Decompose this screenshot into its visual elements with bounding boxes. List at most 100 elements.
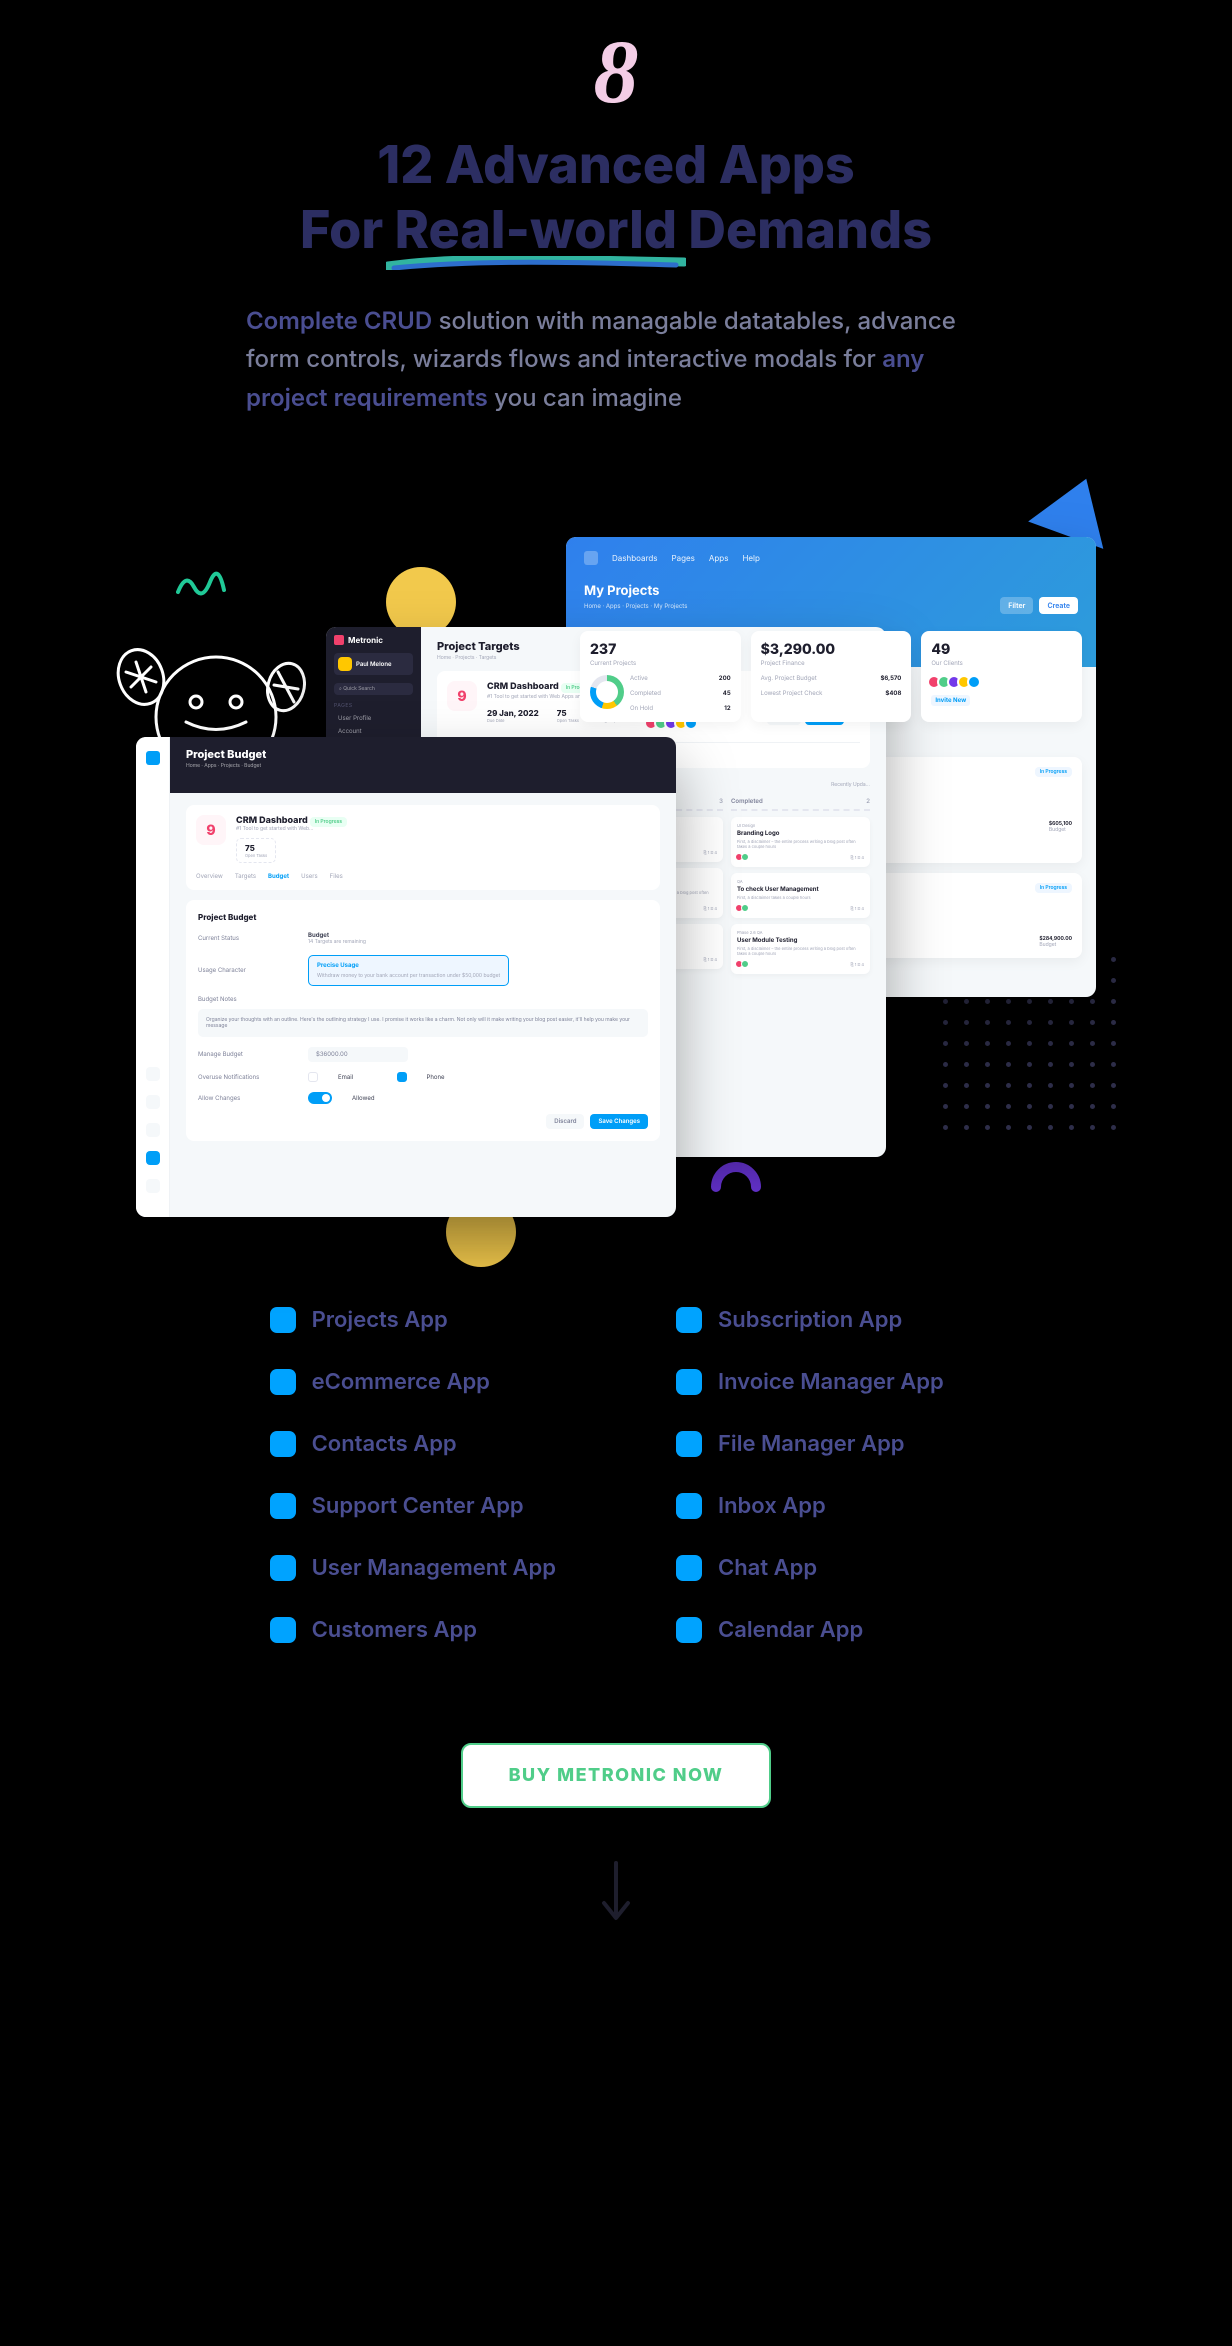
nav-item: Dashboards xyxy=(612,553,657,563)
status-badge: In Progress xyxy=(1035,883,1072,893)
feature-label: Subscription App xyxy=(718,1307,902,1333)
app-icon xyxy=(676,1369,702,1395)
features-list: Projects App Subscription App eCommerce … xyxy=(250,1307,983,1643)
feature-item[interactable]: Support Center App xyxy=(270,1493,556,1519)
page-title: 12 Advanced Apps For Real-world Demands xyxy=(300,132,932,262)
page-heading: Project Budget xyxy=(186,747,660,761)
app-icon xyxy=(676,1307,702,1333)
row-label: Overuse Notifications xyxy=(198,1074,288,1081)
app-icon xyxy=(676,1617,702,1643)
stat-value: 49 xyxy=(931,641,1072,658)
app-nav: Dashboards Pages Apps Help xyxy=(584,551,1078,565)
tab: Overview xyxy=(196,873,223,880)
stat-row-label: On Hold xyxy=(630,705,653,712)
feature-label: Inbox App xyxy=(718,1493,826,1519)
email-checkbox xyxy=(308,1072,318,1082)
status-badge: In Progress xyxy=(310,817,347,827)
chip-desc: Withdraw money to your bank account per … xyxy=(317,973,500,979)
kanban-card: UI Design Branding Logo First, a disclai… xyxy=(731,817,870,867)
stat-label: Our Clients xyxy=(931,660,1072,667)
card-desc: First, a disclaimer – the entire process… xyxy=(737,946,864,956)
app-logo-icon xyxy=(584,551,598,565)
feature-label: Calendar App xyxy=(718,1617,863,1643)
app-icon xyxy=(676,1555,702,1581)
feature-item[interactable]: Subscription App xyxy=(676,1307,962,1333)
stat-row-label: Completed xyxy=(630,690,661,697)
feature-label: Support Center App xyxy=(312,1493,524,1519)
app-icon xyxy=(270,1493,296,1519)
metric-value: 29 Jan, 2022 xyxy=(487,708,539,718)
chip-title: Precise Usage xyxy=(317,962,500,969)
feature-item[interactable]: Contacts App xyxy=(270,1431,556,1457)
card-tag: UI Design xyxy=(737,823,864,828)
feature-label: Customers App xyxy=(312,1617,477,1643)
stat-value: $3,290.00 xyxy=(761,641,902,658)
feature-item[interactable]: Inbox App xyxy=(676,1493,962,1519)
usage-chip: Precise Usage Withdraw money to your ban… xyxy=(308,955,509,986)
stat-row-label: Active xyxy=(630,675,648,682)
hero-title: CRM Dashboard xyxy=(236,815,308,826)
sidebar-item: User Profile xyxy=(334,712,413,725)
feature-label: Contacts App xyxy=(312,1431,457,1457)
app-icon xyxy=(270,1431,296,1457)
hero-title: CRM Dashboard xyxy=(487,681,559,692)
kanban-card: QA To check User Management First, a dis… xyxy=(731,873,870,918)
kanban-card: Phase 2.6 QA User Module Testing First, … xyxy=(731,924,870,974)
notes-textarea: Organize your thoughts with an outline. … xyxy=(198,1009,648,1037)
row-label: Usage Character xyxy=(198,967,288,974)
feature-item[interactable]: Calendar App xyxy=(676,1617,962,1643)
brand-logo-icon xyxy=(334,635,344,645)
tab: Files xyxy=(330,873,343,880)
rail-icon xyxy=(146,1179,160,1193)
title-line-2-suffix: Demands xyxy=(677,198,932,261)
icon-rail xyxy=(136,737,170,1217)
menu-group: PAGES xyxy=(334,703,413,709)
stat-row-value: 12 xyxy=(724,705,730,712)
feature-item[interactable]: Customers App xyxy=(270,1617,556,1643)
allow-toggle xyxy=(308,1092,332,1104)
card-title: Branding Logo xyxy=(737,830,864,837)
feature-item[interactable]: Invoice Manager App xyxy=(676,1369,962,1395)
create-button: Create xyxy=(1039,597,1078,614)
stat-value: 237 xyxy=(590,641,731,658)
step-number: 8 xyxy=(594,28,639,118)
feature-label: File Manager App xyxy=(718,1431,905,1457)
row-label: Current Status xyxy=(198,935,288,942)
app-logo-icon xyxy=(146,751,160,765)
feature-label: eCommerce App xyxy=(312,1369,490,1395)
card-tag: QA xyxy=(737,879,864,884)
subtitle: Complete CRUD solution with managable da… xyxy=(236,302,996,417)
feature-item[interactable]: eCommerce App xyxy=(270,1369,556,1395)
budget-input: $36000.00 xyxy=(308,1047,408,1062)
stat-row-value: $6,570 xyxy=(880,675,901,682)
feature-label: User Management App xyxy=(312,1555,556,1581)
buy-now-button[interactable]: BUY METRONIC NOW xyxy=(461,1743,772,1808)
nav-item: Pages xyxy=(671,553,694,563)
column-header: Completed 2 xyxy=(731,798,870,811)
rail-icon-active xyxy=(146,1151,160,1165)
app-icon xyxy=(676,1493,702,1519)
rail-icon xyxy=(146,1095,160,1109)
title-line-2-prefix: For xyxy=(300,198,395,261)
status-badge: In Progress xyxy=(1035,767,1072,777)
card-title: To check User Management xyxy=(737,886,864,893)
feature-item[interactable]: User Management App xyxy=(270,1555,556,1581)
card-budget-lbl: Budget xyxy=(1049,827,1072,833)
title-line-1: 12 Advanced Apps xyxy=(377,133,855,196)
metric-label: Open Tasks xyxy=(245,853,267,858)
rail-icon xyxy=(146,1067,160,1081)
feature-item[interactable]: Projects App xyxy=(270,1307,556,1333)
app-icon xyxy=(270,1617,296,1643)
stat-row-value: 200 xyxy=(719,675,731,682)
feature-item[interactable]: Chat App xyxy=(676,1555,962,1581)
phone-checkbox xyxy=(397,1072,407,1082)
app-icon xyxy=(270,1369,296,1395)
feature-item[interactable]: File Manager App xyxy=(676,1431,962,1457)
card-desc: First, a disclaimer – the entire process… xyxy=(737,839,864,849)
tab: Targets xyxy=(235,873,256,880)
hero-subtitle: #1 Tool to get started with Web… xyxy=(236,826,347,832)
stat-label: Current Projects xyxy=(590,660,731,667)
squiggle-decoration-icon xyxy=(176,562,226,602)
feature-label: Chat App xyxy=(718,1555,817,1581)
nav-item: Help xyxy=(742,553,759,563)
